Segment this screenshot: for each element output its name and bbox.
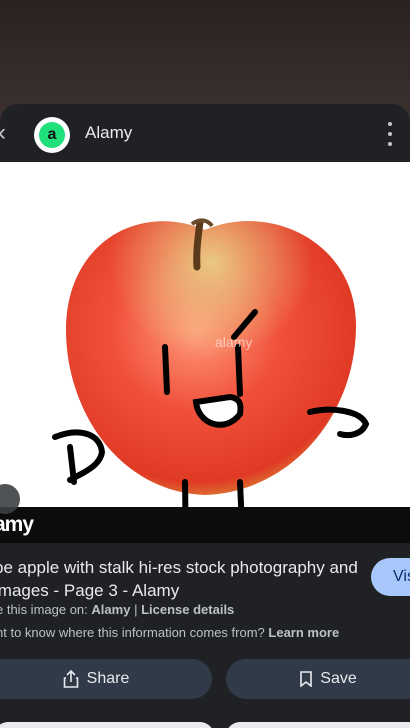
source-line: e this image on: Alamy | License details <box>0 602 234 617</box>
info-line: nt to know where this information comes … <box>0 625 339 640</box>
result-image[interactable]: alamy <box>0 162 410 507</box>
learn-more-link[interactable]: Learn more <box>268 625 339 640</box>
bookmark-icon <box>300 671 313 687</box>
image-detail-sheet: ‹ a Alamy <box>0 104 410 728</box>
share-button[interactable]: Share <box>0 659 212 699</box>
more-options-icon[interactable] <box>384 122 396 146</box>
result-title[interactable]: pe apple with stalk hi-res stock photogr… <box>0 556 364 602</box>
save-label: Save <box>320 670 357 687</box>
site-name[interactable]: Alamy <box>85 123 132 143</box>
save-button[interactable]: Save <box>226 659 410 699</box>
separator: | <box>134 602 138 617</box>
visit-button[interactable]: Vis <box>371 558 410 596</box>
watermark-text: alamy <box>215 334 252 350</box>
site-header: ‹ a Alamy <box>0 104 410 162</box>
next-result-card[interactable] <box>0 722 214 728</box>
back-chevron-icon[interactable]: ‹ <box>0 120 18 146</box>
watermark-bar: amy <box>0 507 410 543</box>
watermark-bar-text: amy <box>0 513 34 536</box>
info-prefix: nt to know where this information comes … <box>0 625 265 640</box>
next-result-card[interactable] <box>226 722 410 728</box>
share-label: Share <box>86 670 130 687</box>
site-logo-letter: a <box>39 122 65 148</box>
share-icon <box>63 670 78 688</box>
site-logo[interactable]: a <box>34 117 70 153</box>
apple-drawing: alamy <box>52 218 370 507</box>
background-blur <box>0 0 410 120</box>
source-site-link[interactable]: Alamy <box>91 602 130 617</box>
source-prefix: e this image on: <box>0 602 88 617</box>
license-details-link[interactable]: License details <box>141 602 234 617</box>
